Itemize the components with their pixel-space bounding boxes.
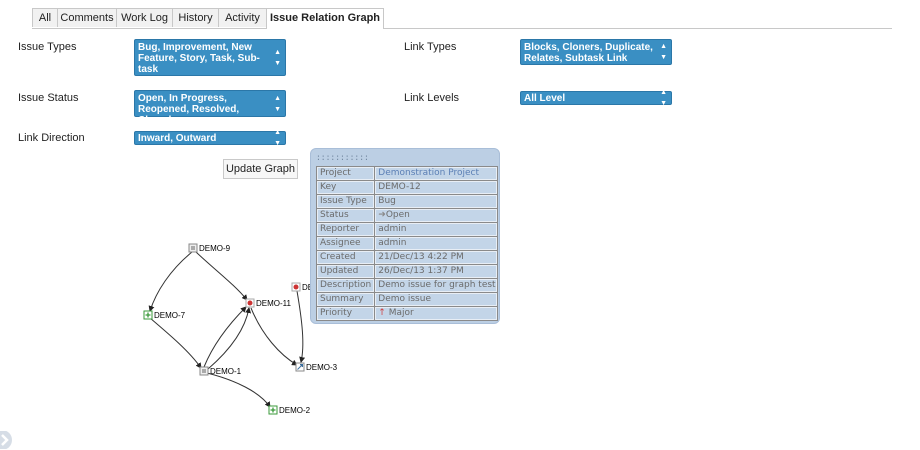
- field-label: Key: [317, 181, 375, 194]
- table-row: Summary Demo issue: [317, 293, 498, 306]
- field-value: 26/Dec/13 1:37 PM: [375, 265, 498, 278]
- chevron-right-icon[interactable]: [0, 431, 14, 449]
- table-row: Reporter admin: [317, 223, 498, 236]
- field-label: Assignee: [317, 237, 375, 250]
- field-label: Issue Type: [317, 195, 375, 208]
- link-edge: [148, 251, 193, 312]
- priority-value: Major: [388, 308, 414, 318]
- field-value: Demo issue: [375, 293, 498, 306]
- link-edge: [207, 307, 252, 370]
- link-edge: [203, 306, 247, 368]
- field-value: Bug: [375, 195, 498, 208]
- table-row: Created 21/Dec/13 4:22 PM: [317, 251, 498, 264]
- field-value: 21/Dec/13 4:22 PM: [375, 251, 498, 264]
- table-row: Issue Type Bug: [317, 195, 498, 208]
- field-label: Updated: [317, 265, 375, 278]
- node-label: DEMO-7: [154, 311, 186, 320]
- node-label: DEMO-2: [279, 406, 311, 415]
- field-value: DEMO-12: [375, 181, 498, 194]
- field-label: Priority: [317, 307, 375, 320]
- field-label: Description: [317, 279, 375, 292]
- field-label: Summary: [317, 293, 375, 306]
- graph-node[interactable]: DEMO-1: [199, 366, 242, 376]
- field-value: ➜Open: [375, 209, 498, 222]
- table-row: Assignee admin: [317, 237, 498, 250]
- graph-node[interactable]: DEMO-7: [143, 310, 186, 320]
- link-edge: [149, 317, 202, 369]
- graph-node[interactable]: DEMO-9: [188, 243, 231, 253]
- table-row: Project Demonstration Project: [317, 167, 498, 180]
- field-value: Demo issue for graph test: [375, 279, 498, 292]
- field-value: admin: [375, 223, 498, 236]
- field-label: Status: [317, 209, 375, 222]
- issue-details-table: Project Demonstration Project Key DEMO-1…: [316, 166, 499, 321]
- node-label: DEMO-11: [256, 299, 292, 308]
- field-value: admin: [375, 237, 498, 250]
- node-label: DEMO-9: [199, 244, 231, 253]
- link-edge: [250, 307, 298, 366]
- table-row: Priority ↑ Major: [317, 307, 498, 320]
- project-link[interactable]: Demonstration Project: [375, 167, 498, 180]
- link-edge: [206, 372, 271, 408]
- field-label: Created: [317, 251, 375, 264]
- graph-node[interactable]: DEMO-2: [268, 405, 311, 415]
- link-edge: [195, 251, 248, 301]
- graph-node[interactable]: DEMO-11: [245, 298, 292, 308]
- table-row: Description Demo issue for graph test: [317, 279, 498, 292]
- drag-handle[interactable]: :::::::::::: [316, 154, 369, 163]
- table-row: Status ➜Open: [317, 209, 498, 222]
- node-label: DEMO-1: [210, 367, 242, 376]
- field-value: ↑ Major: [375, 307, 498, 320]
- node-label: DEMO-3: [306, 363, 338, 372]
- issue-details-popup[interactable]: ::::::::::: Project Demonstration Projec…: [310, 148, 500, 324]
- status-open-icon: ➜: [378, 210, 386, 220]
- table-row: Updated 26/Dec/13 1:37 PM: [317, 265, 498, 278]
- link-edge: [296, 290, 306, 363]
- priority-major-icon: ↑: [378, 308, 386, 318]
- table-row: Key DEMO-12: [317, 181, 498, 194]
- field-label: Reporter: [317, 223, 375, 236]
- graph-node[interactable]: DEMO-3: [295, 362, 338, 372]
- field-label: Project: [317, 167, 375, 180]
- status-value: Open: [385, 210, 410, 220]
